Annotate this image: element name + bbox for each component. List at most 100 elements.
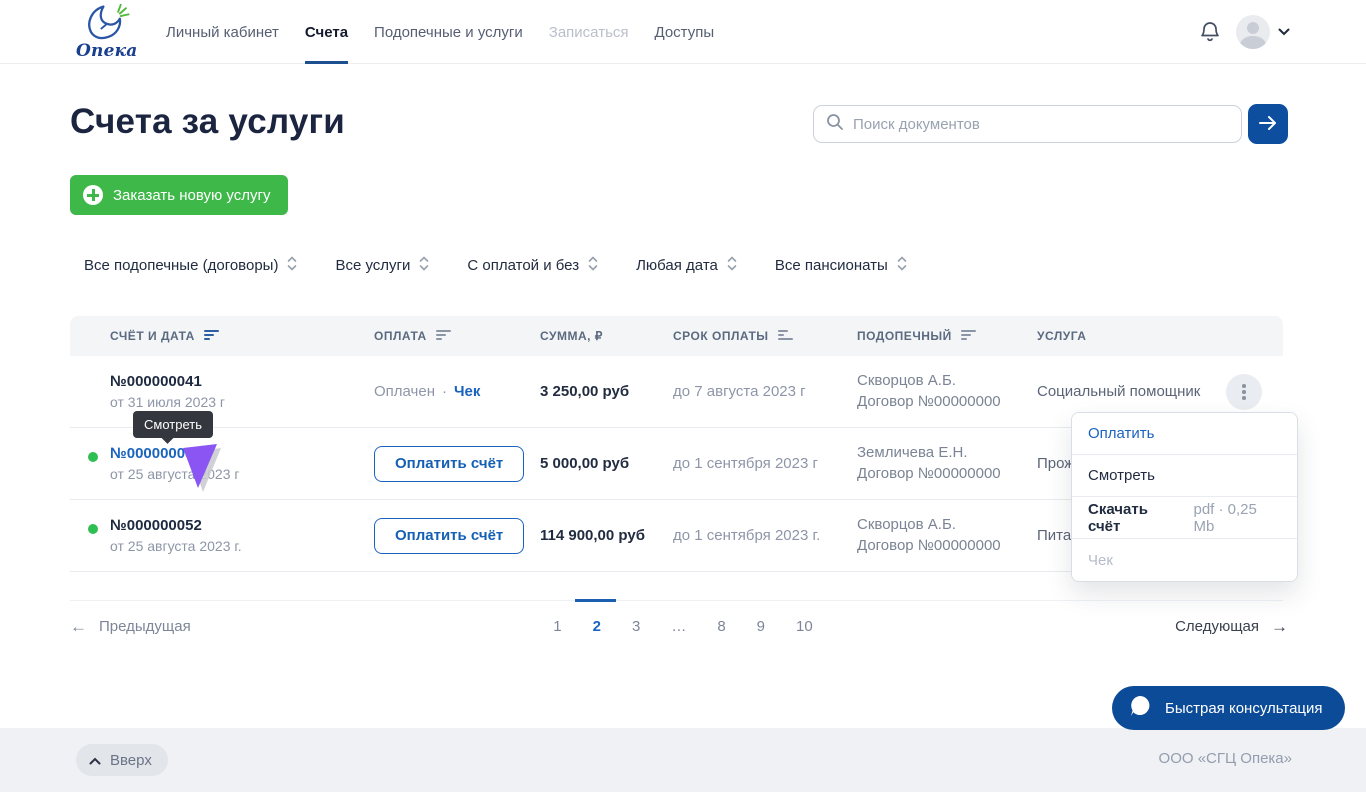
payment-cell: Оплатить счёт — [374, 518, 540, 554]
logo-wordmark: Опека — [76, 41, 136, 61]
ward-cell: Скворцов А.Б. Договор №00000000 — [857, 371, 1037, 412]
plus-circle-icon — [83, 185, 103, 205]
due-date: до 1 сентября 2023 г. — [673, 527, 857, 544]
invoice-date: от 25 августа 2023 г — [110, 466, 374, 482]
tooltip: Смотреть — [133, 411, 213, 438]
pay-invoice-button[interactable]: Оплатить счёт — [374, 518, 524, 554]
main-nav: Личный кабинет Счета Подопечные и услуги… — [166, 0, 714, 64]
page-title: Счета за услуги — [70, 102, 345, 142]
page-1[interactable]: 1 — [553, 618, 561, 635]
invoice-date: от 31 июля 2023 г — [110, 394, 374, 410]
contract-number: Договор №00000000 — [857, 536, 1037, 557]
separator-dot: · — [442, 383, 447, 400]
nav-item-invoices[interactable]: Счета — [305, 0, 348, 64]
payment-status: Оплачен — [374, 383, 435, 400]
page-2-active[interactable]: 2 — [593, 618, 601, 635]
page-10[interactable]: 10 — [796, 618, 813, 635]
sort-lines-icon — [436, 329, 452, 344]
logo[interactable]: Опека — [76, 2, 136, 61]
row-context-menu: Оплатить Смотреть Скачать счёт pdf · 0,2… — [1071, 412, 1298, 582]
scroll-to-top-button[interactable]: Вверх — [76, 744, 168, 776]
due-date: до 1 сентября 2023 г — [673, 455, 857, 472]
order-new-service-button[interactable]: Заказать новую услугу — [70, 175, 288, 215]
invoice-number: №000000052 — [110, 517, 374, 534]
filters-bar: Все подопечные (договоры) Все услуги С о… — [84, 256, 907, 275]
filter-date[interactable]: Любая дата — [636, 256, 737, 275]
avatar — [1236, 15, 1270, 49]
menu-item-download-invoice[interactable]: Скачать счёт pdf · 0,25 Mb — [1072, 497, 1297, 539]
chevron-down-icon — [1278, 23, 1290, 41]
column-invoice-date[interactable]: Счёт и дата — [110, 329, 374, 344]
pagination-prev[interactable]: ← Предыдущая — [70, 618, 191, 635]
invoice-number: №000000041 — [110, 373, 374, 390]
pay-invoice-button[interactable]: Оплатить счёт — [374, 446, 524, 482]
unpaid-status-dot — [88, 452, 98, 462]
amount: 3 250,00 руб — [540, 383, 673, 400]
nav-item-personal-cabinet[interactable]: Личный кабинет — [166, 0, 279, 64]
filter-wards-contracts[interactable]: Все подопечные (договоры) — [84, 256, 297, 275]
pages-ellipsis: … — [671, 618, 686, 635]
header-actions — [1198, 0, 1290, 64]
nav-item-signup: Записаться — [549, 0, 629, 64]
active-page-indicator — [575, 599, 616, 602]
table-header: Счёт и дата Оплата Сумма, ₽ Срок оплаты … — [70, 316, 1283, 356]
sort-lines-icon — [204, 329, 220, 344]
menu-item-pay[interactable]: Оплатить — [1072, 413, 1297, 455]
invoice-date: от 25 августа 2023 г. — [110, 538, 374, 554]
invoice-number-cell: №000000052 от 25 августа 2023 г. — [110, 517, 374, 554]
user-menu[interactable] — [1236, 15, 1290, 49]
page-9[interactable]: 9 — [757, 618, 765, 635]
filter-boarding-houses[interactable]: Все пансионаты — [775, 256, 907, 275]
sort-chevrons-icon — [287, 256, 297, 275]
top-bar: Опека Личный кабинет Счета Подопечные и … — [0, 0, 1366, 64]
invoice-number-cell: №000000041 от 31 июля 2023 г — [110, 373, 374, 410]
ward-name: Земличева Е.Н. — [857, 443, 1037, 464]
invoice-number-link[interactable]: №000000053 — [110, 445, 374, 462]
pagination-pages: 1 2 3 … 8 9 10 — [553, 618, 812, 635]
column-payment[interactable]: Оплата — [374, 329, 540, 344]
sort-chevrons-icon — [588, 256, 598, 275]
pagination-next[interactable]: Следующая → — [1175, 618, 1288, 635]
order-new-service-label: Заказать новую услугу — [113, 187, 270, 204]
menu-item-view[interactable]: Смотреть — [1072, 455, 1297, 497]
filter-services[interactable]: Все услуги — [335, 256, 429, 275]
page-8[interactable]: 8 — [717, 618, 725, 635]
arrow-left-icon: ← — [70, 618, 87, 635]
quick-consultation-label: Быстрая консультация — [1165, 700, 1323, 717]
sort-lines-icon — [778, 329, 794, 344]
sort-chevrons-icon — [419, 256, 429, 275]
chevron-up-icon — [89, 752, 101, 769]
column-ward[interactable]: Подопечный — [857, 329, 1037, 344]
search-input[interactable] — [853, 116, 1229, 133]
column-due-date[interactable]: Срок оплаты — [673, 329, 857, 344]
page-3[interactable]: 3 — [632, 618, 640, 635]
search-submit-button[interactable] — [1248, 104, 1288, 144]
pagination-divider — [70, 600, 1283, 601]
file-meta: pdf · 0,25 Mb — [1193, 501, 1281, 535]
contract-number: Договор №00000000 — [857, 464, 1037, 485]
ward-cell: Земличева Е.Н. Договор №00000000 — [857, 443, 1037, 484]
receipt-link[interactable]: Чек — [454, 383, 480, 400]
row-actions-kebab-icon[interactable] — [1226, 374, 1262, 410]
ward-cell: Скворцов А.Б. Договор №00000000 — [857, 515, 1037, 556]
menu-item-receipt: Чек — [1072, 539, 1297, 581]
company-name: ООО «СГЦ Опека» — [1159, 750, 1292, 767]
arrow-right-icon — [1258, 115, 1278, 134]
unpaid-status-dot — [88, 524, 98, 534]
amount: 114 900,00 руб — [540, 527, 673, 544]
payment-cell: Оплатить счёт — [374, 446, 540, 482]
contract-number: Договор №00000000 — [857, 392, 1037, 413]
column-amount[interactable]: Сумма, ₽ — [540, 329, 673, 343]
chat-bubble-icon — [1127, 693, 1153, 723]
filter-payment-state[interactable]: С оплатой и без — [467, 256, 598, 275]
payment-cell: Оплачен · Чек — [374, 383, 540, 400]
nav-item-wards-services[interactable]: Подопечные и услуги — [374, 0, 523, 64]
due-date: до 7 августа 2023 г — [673, 383, 857, 400]
ward-name: Скворцов А.Б. — [857, 371, 1037, 392]
quick-consultation-button[interactable]: Быстрая консультация — [1112, 686, 1345, 730]
notifications-bell-icon[interactable] — [1198, 20, 1222, 44]
ward-name: Скворцов А.Б. — [857, 515, 1037, 536]
search-box — [813, 105, 1242, 143]
nav-item-access[interactable]: Доступы — [655, 0, 715, 64]
column-service[interactable]: Услуга — [1037, 329, 1283, 343]
